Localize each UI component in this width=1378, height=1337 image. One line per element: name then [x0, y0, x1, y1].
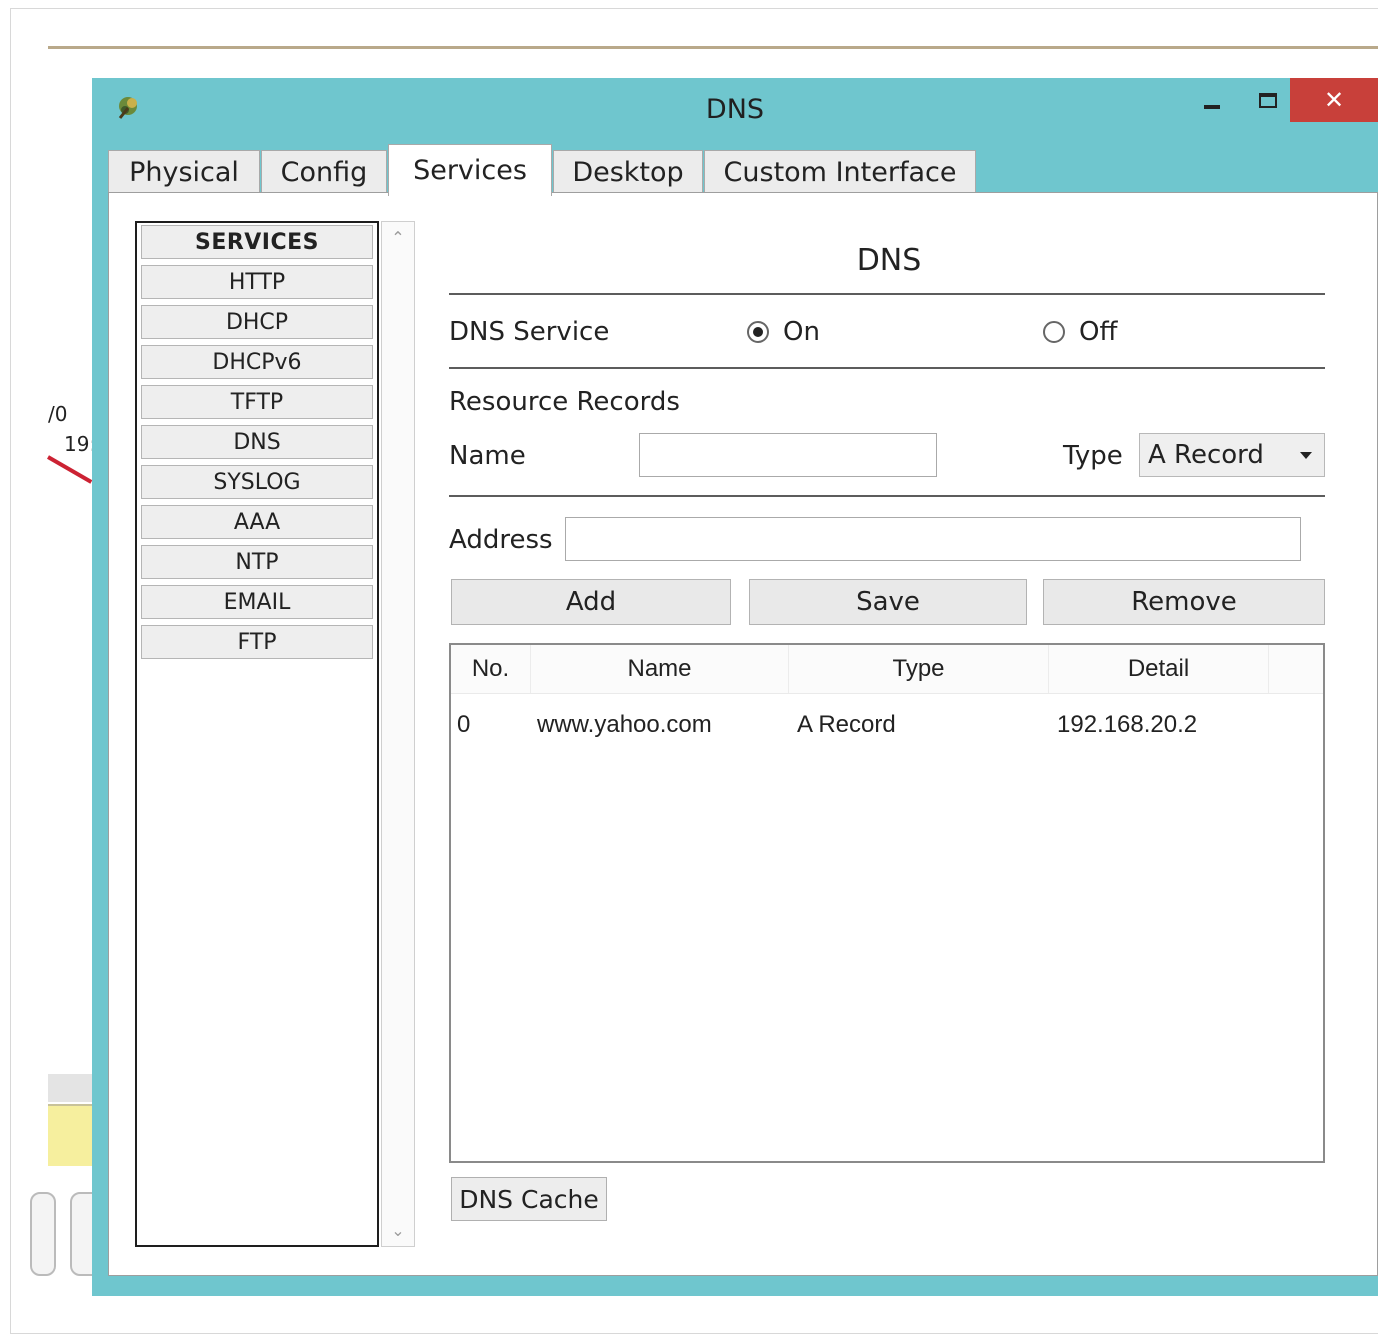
scroll-down-icon[interactable]: ⌄: [382, 1221, 414, 1240]
chevron-down-icon: [1300, 452, 1312, 459]
dns-cache-button[interactable]: DNS Cache: [451, 1177, 607, 1221]
close-icon: ✕: [1323, 86, 1345, 114]
name-label: Name: [449, 441, 526, 471]
dns-window: DNS ✕ Physical Config Services Desktop C…: [92, 78, 1378, 1296]
sidebar-item-aaa[interactable]: AAA: [141, 505, 373, 539]
sidebar-item-syslog[interactable]: SYSLOG: [141, 465, 373, 499]
window-title: DNS: [705, 94, 765, 125]
cell-type: A Record: [797, 711, 896, 738]
address-input[interactable]: [565, 517, 1301, 561]
tab-services[interactable]: Services: [388, 144, 552, 196]
sidebar-item-tftp[interactable]: TFTP: [141, 385, 373, 419]
sidebar-item-http[interactable]: HTTP: [141, 265, 373, 299]
divider: [449, 293, 1325, 295]
column-header-detail[interactable]: Detail: [1049, 645, 1269, 693]
dns-service-label: DNS Service: [449, 317, 610, 347]
records-table: No. Name Type Detail 0 www.yahoo.com A R…: [449, 643, 1325, 1163]
tab-custom-interface[interactable]: Custom Interface: [704, 150, 976, 194]
sidebar-item-dns[interactable]: DNS: [141, 425, 373, 459]
dns-on-radio[interactable]: [747, 321, 769, 343]
name-input[interactable]: [639, 433, 937, 477]
services-scrollbar[interactable]: ⌃ ⌄: [381, 221, 415, 1247]
type-label: Type: [1063, 441, 1123, 471]
workspace-bar: [48, 1074, 94, 1102]
services-list: SERVICES HTTP DHCP DHCPv6 TFTP DNS SYSLO…: [135, 221, 379, 1247]
sidebar-item-ntp[interactable]: NTP: [141, 545, 373, 579]
workspace-widget-left: [30, 1192, 56, 1276]
workspace-yellow-bar: [48, 1104, 94, 1166]
column-header-type[interactable]: Type: [789, 645, 1049, 693]
tab-physical[interactable]: Physical: [108, 150, 260, 194]
dns-off-radio[interactable]: [1043, 321, 1065, 343]
add-button[interactable]: Add: [451, 579, 731, 625]
maximize-icon: [1259, 92, 1277, 108]
remove-button[interactable]: Remove: [1043, 579, 1325, 625]
sidebar-item-dhcpv6[interactable]: DHCPv6: [141, 345, 373, 379]
resource-records-label: Resource Records: [449, 387, 680, 417]
divider: [449, 367, 1325, 369]
services-header: SERVICES: [141, 225, 373, 259]
sidebar-item-dhcp[interactable]: DHCP: [141, 305, 373, 339]
scroll-up-icon[interactable]: ⌃: [382, 228, 414, 247]
save-button[interactable]: Save: [749, 579, 1027, 625]
cell-name: www.yahoo.com: [537, 711, 712, 738]
radio-selected-dot: [753, 327, 763, 337]
close-button[interactable]: ✕: [1290, 78, 1378, 122]
title-bar[interactable]: DNS ✕: [92, 78, 1378, 140]
minimize-button[interactable]: [1192, 80, 1232, 120]
column-header-no[interactable]: No.: [451, 645, 531, 693]
workspace-top-border: [48, 46, 1378, 49]
dns-on-label[interactable]: On: [783, 317, 820, 347]
port-label: /0: [48, 402, 68, 426]
divider: [449, 495, 1325, 497]
sidebar-item-ftp[interactable]: FTP: [141, 625, 373, 659]
tab-config[interactable]: Config: [261, 150, 387, 194]
dns-off-label[interactable]: Off: [1079, 317, 1117, 347]
minimize-icon: [1204, 105, 1220, 109]
tab-desktop[interactable]: Desktop: [553, 150, 703, 194]
sidebar-item-email[interactable]: EMAIL: [141, 585, 373, 619]
services-pane: SERVICES HTTP DHCP DHCPv6 TFTP DNS SYSLO…: [108, 192, 1378, 1276]
cell-no: 0: [457, 711, 471, 738]
address-label: Address: [449, 525, 553, 555]
type-select-value: A Record: [1148, 440, 1264, 470]
table-header: No. Name Type Detail: [451, 645, 1323, 694]
column-header-name[interactable]: Name: [531, 645, 789, 693]
maximize-button[interactable]: [1248, 80, 1288, 120]
panel-title: DNS: [856, 243, 922, 278]
type-select[interactable]: A Record: [1139, 433, 1325, 477]
dns-panel: DNS DNS Service On Off Resource Records …: [449, 193, 1329, 1273]
cell-detail: 192.168.20.2: [1057, 711, 1198, 738]
